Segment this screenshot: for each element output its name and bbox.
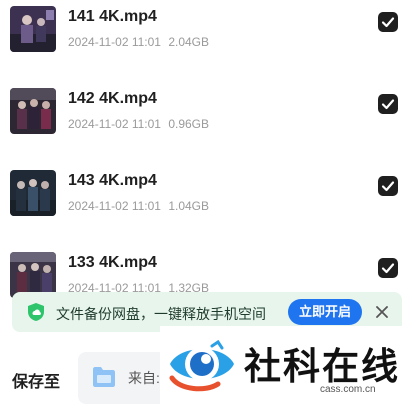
file-name: 141 4K.mp4 bbox=[68, 8, 157, 25]
checkbox-checked-icon[interactable] bbox=[378, 94, 398, 114]
file-size: 2.04GB bbox=[168, 35, 210, 49]
file-row[interactable]: 141 4K.mp4 2024-11-02 11:01 2.04GB bbox=[0, 6, 413, 66]
video-thumbnail bbox=[10, 170, 56, 216]
file-name: 142 4K.mp4 bbox=[68, 90, 157, 107]
watermark-domain: cass.com.cn bbox=[320, 384, 376, 395]
file-date: 2024-11-02 11:01 bbox=[68, 199, 161, 213]
watermark-name: 社科在线 bbox=[244, 346, 400, 387]
video-thumbnail bbox=[10, 88, 56, 134]
file-size: 0.96GB bbox=[168, 117, 210, 131]
watermark-overlay: 社科在线 cass.com.cn bbox=[160, 326, 413, 404]
folder-icon bbox=[92, 366, 116, 388]
destination-text: 来自: bbox=[128, 370, 160, 386]
cloud-shield-icon bbox=[26, 302, 46, 322]
file-name: 133 4K.mp4 bbox=[68, 254, 157, 271]
save-to-label: 保存至 bbox=[12, 374, 61, 391]
checkbox-checked-icon[interactable] bbox=[378, 258, 398, 278]
file-name: 143 4K.mp4 bbox=[68, 172, 157, 189]
file-row[interactable]: 143 4K.mp4 2024-11-02 11:01 1.04GB bbox=[0, 170, 413, 230]
file-meta: 2024-11-02 11:01 2.04GB bbox=[68, 35, 209, 49]
file-date: 2024-11-02 11:01 bbox=[68, 35, 161, 49]
close-icon[interactable] bbox=[374, 304, 390, 320]
eye-logo-icon bbox=[166, 334, 238, 399]
file-meta: 2024-11-02 11:01 0.96GB bbox=[68, 117, 209, 131]
checkbox-checked-icon[interactable] bbox=[378, 12, 398, 32]
banner-text: 文件备份网盘，一键释放手机空间 bbox=[56, 306, 266, 322]
checkbox-checked-icon[interactable] bbox=[378, 176, 398, 196]
file-date: 2024-11-02 11:01 bbox=[68, 117, 161, 131]
enable-now-button[interactable]: 立即开启 bbox=[288, 299, 362, 325]
file-row[interactable]: 142 4K.mp4 2024-11-02 11:01 0.96GB bbox=[0, 88, 413, 148]
file-meta: 2024-11-02 11:01 1.04GB bbox=[68, 199, 209, 213]
video-thumbnail bbox=[10, 6, 56, 52]
file-size: 1.04GB bbox=[168, 199, 210, 213]
